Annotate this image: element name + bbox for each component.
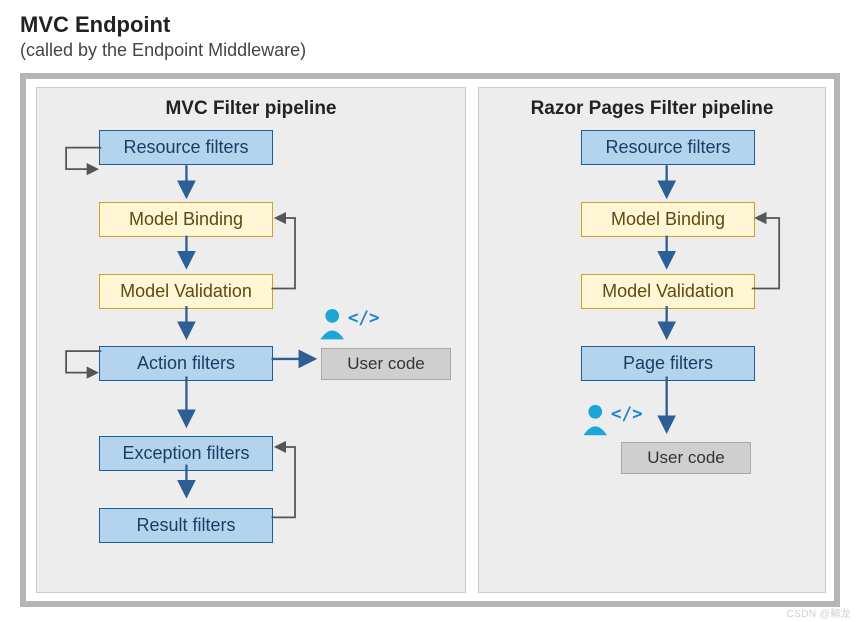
mvc-panel-title: MVC Filter pipeline <box>49 98 453 120</box>
watermark: CSDN @頼龙 <box>787 605 851 620</box>
razor-flow: Resource filters Model Binding Model Val… <box>491 130 813 580</box>
node-resource-filters: Resource filters <box>99 130 273 165</box>
diagram-frame: MVC Filter pipeline Resource filters Mod… <box>20 73 840 607</box>
mvc-flow: Resource filters Model Binding Model Val… <box>49 130 453 580</box>
page-title: MVC Endpoint <box>20 12 839 38</box>
svg-text:</>: </> <box>348 309 380 329</box>
razor-filter-panel: Razor Pages Filter pipeline Resource fil… <box>478 87 826 593</box>
node-result-filters: Result filters <box>99 508 273 543</box>
node-action-filters: Action filters <box>99 346 273 381</box>
razor-panel-title: Razor Pages Filter pipeline <box>491 98 813 120</box>
node-model-binding: Model Binding <box>99 202 273 237</box>
node-model-validation: Model Validation <box>99 274 273 309</box>
svg-text:</>: </> <box>611 405 643 425</box>
node-exception-filters: Exception filters <box>99 436 273 471</box>
node-model-binding-r: Model Binding <box>581 202 755 237</box>
node-user-code-r: User code <box>621 442 751 474</box>
node-model-validation-r: Model Validation <box>581 274 755 309</box>
page-subtitle: (called by the Endpoint Middleware) <box>20 40 839 61</box>
node-resource-filters-r: Resource filters <box>581 130 755 165</box>
node-user-code: User code <box>321 348 451 380</box>
node-page-filters: Page filters <box>581 346 755 381</box>
mvc-filter-panel: MVC Filter pipeline Resource filters Mod… <box>36 87 466 593</box>
